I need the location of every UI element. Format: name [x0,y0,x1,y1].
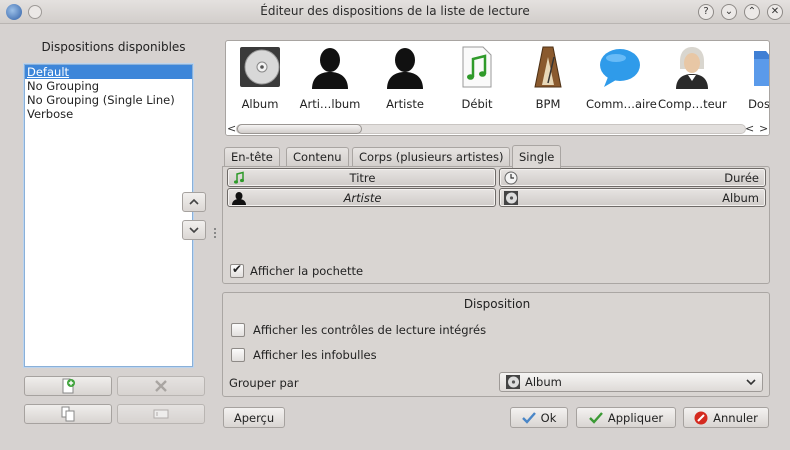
layout-field-title[interactable]: Titre [227,168,496,187]
inline-controls-label: Afficher les contrôles de lecture intégr… [253,323,487,337]
cancel-button[interactable]: Annuler [683,407,769,428]
layout-list-item[interactable]: No Grouping [25,79,192,93]
close-button[interactable]: ✕ [767,4,783,20]
scroll-thumb[interactable] [237,124,362,134]
folder-icon [738,45,769,89]
move-down-button[interactable] [182,220,206,240]
token-album[interactable]: Album [226,45,294,115]
cd-icon [236,45,284,89]
checkmark-icon [521,411,536,424]
tab-contenu[interactable]: Contenu [286,147,349,167]
token-composer[interactable]: Comp…teur [658,45,727,115]
cd-icon [506,375,520,389]
copy-layout-button[interactable] [24,404,112,424]
person-silhouette-icon [306,45,354,89]
maximize-button[interactable]: ⌃ [744,4,760,20]
delete-layout-button[interactable] [117,376,205,396]
inline-controls-checkbox[interactable] [231,323,245,337]
layout-list-item[interactable]: Default [25,65,192,79]
metronome-icon [524,45,572,89]
preview-button[interactable]: Aperçu [223,407,285,428]
layout-list[interactable]: Default No Grouping No Grouping (Single Li… [24,64,193,367]
tab-single[interactable]: Single [512,145,562,168]
show-cover-label: Afficher la pochette [250,264,364,278]
tab-corps[interactable]: Corps (plusieurs artistes) [352,147,511,167]
layout-field-duration[interactable]: Durée [499,168,766,187]
new-layout-button[interactable] [24,376,112,396]
apply-button[interactable]: Appliquer [576,407,676,428]
token-bitrate[interactable]: Débit [443,45,511,115]
clock-icon [504,171,518,185]
layout-field-album[interactable]: Album [499,188,766,207]
chevron-down-icon [746,379,756,386]
cd-icon [504,191,518,205]
help-button[interactable]: ? [698,4,714,20]
tooltips-label: Afficher les infobulles [253,348,377,362]
scroll-left-end-icon[interactable]: < [745,122,754,135]
rename-icon [153,409,169,419]
title-bar: Éditeur des dispositions de la liste de … [0,0,790,24]
token-album-artist[interactable]: Arti…lbum [296,45,364,115]
layout-field-artist[interactable]: Artiste [227,188,496,207]
layout-list-item[interactable]: Verbose [25,107,192,121]
horizontal-scrollbar[interactable]: < < > [226,121,769,135]
tab-en-tete[interactable]: En-tête [224,147,280,167]
scroll-right-icon[interactable]: > [759,122,768,135]
new-document-icon [62,378,75,394]
token-comment[interactable]: Comm…aire [586,45,657,115]
ok-button[interactable]: Ok [510,407,568,428]
speech-bubble-icon [596,45,644,89]
chevron-up-icon [189,198,199,205]
available-layouts-heading: Dispositions disponibles [41,40,186,54]
token-artist[interactable]: Artiste [371,45,439,115]
cancel-icon [694,411,708,424]
scroll-left-icon[interactable]: < [227,122,236,135]
single-tab-pane: Titre Durée Artiste Album Afficher la po… [222,166,770,284]
minimize-button[interactable]: ⌄ [721,4,737,20]
rename-layout-button[interactable] [117,404,205,424]
checkmark-icon [589,411,603,424]
group-by-select[interactable]: Album [499,372,763,392]
show-cover-checkbox[interactable] [230,262,244,278]
delete-icon [155,380,167,392]
layout-list-item[interactable]: No Grouping (Single Line) [25,93,192,107]
music-file-icon [453,45,501,89]
disposition-title: Disposition [463,297,531,311]
person-silhouette-icon [381,45,429,89]
token-bpm[interactable]: BPM [514,45,582,115]
composer-portrait-icon [668,45,716,89]
window-title: Éditeur des dispositions de la liste de … [260,4,530,18]
chevron-down-icon [189,227,199,234]
token-folder[interactable]: Doss [728,45,769,115]
splitter-handle[interactable] [214,228,216,240]
move-up-button[interactable] [182,192,206,212]
group-by-label: Grouper par [229,376,299,390]
copy-icon [61,406,75,422]
token-pool[interactable]: Album Arti…lbum Artiste Débit BPM Comm…a… [225,40,770,136]
tooltips-checkbox[interactable] [231,348,245,362]
